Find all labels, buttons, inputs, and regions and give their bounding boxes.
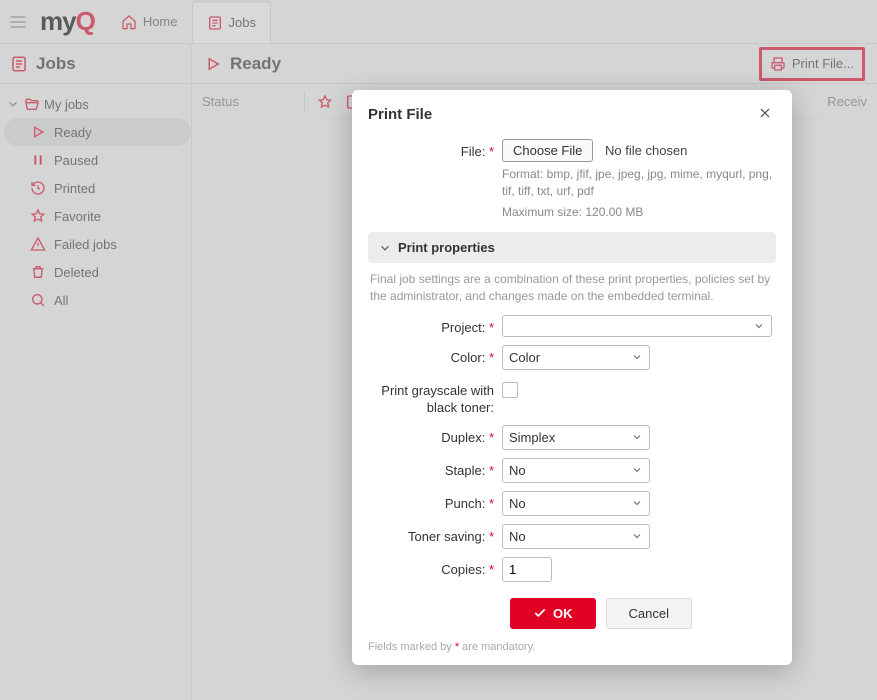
choose-file-button[interactable]: Choose File bbox=[502, 139, 593, 162]
toner-select[interactable]: No bbox=[502, 524, 650, 549]
chevron-down-icon bbox=[631, 431, 643, 443]
mandatory-note: Fields marked by * are mandatory. bbox=[352, 633, 792, 653]
grayscale-checkbox[interactable] bbox=[502, 382, 518, 398]
toner-label: Toner saving: * bbox=[368, 524, 502, 544]
file-label: File: * bbox=[368, 139, 502, 159]
file-status: No file chosen bbox=[605, 143, 687, 158]
chevron-down-icon bbox=[753, 320, 765, 332]
staple-label: Staple: * bbox=[368, 458, 502, 478]
chevron-down-icon bbox=[631, 351, 643, 363]
format-hint: Format: bmp, jfif, jpe, jpeg, jpg, mime,… bbox=[502, 166, 776, 200]
color-select[interactable]: Color bbox=[502, 345, 650, 370]
print-file-modal: Print File File: * Choose File No file c… bbox=[352, 90, 792, 665]
modal-title: Print File bbox=[368, 106, 432, 123]
duplex-label: Duplex: * bbox=[368, 425, 502, 445]
print-properties-header[interactable]: Print properties bbox=[368, 232, 776, 263]
close-icon bbox=[758, 106, 772, 120]
chevron-down-icon bbox=[631, 497, 643, 509]
project-label: Project: * bbox=[368, 315, 502, 335]
close-button[interactable] bbox=[754, 102, 776, 127]
duplex-select[interactable]: Simplex bbox=[502, 425, 650, 450]
staple-select[interactable]: No bbox=[502, 458, 650, 483]
punch-select[interactable]: No bbox=[502, 491, 650, 516]
copies-input[interactable] bbox=[502, 557, 552, 582]
chevron-down-icon bbox=[378, 241, 392, 255]
size-hint: Maximum size: 120.00 MB bbox=[502, 204, 776, 221]
color-label: Color: * bbox=[368, 345, 502, 365]
section-description: Final job settings are a combination of … bbox=[352, 271, 792, 311]
chevron-down-icon bbox=[631, 530, 643, 542]
grayscale-label: Print grayscale with black toner: bbox=[368, 378, 502, 417]
ok-button[interactable]: OK bbox=[510, 598, 596, 629]
chevron-down-icon bbox=[631, 464, 643, 476]
cancel-button[interactable]: Cancel bbox=[606, 598, 692, 629]
punch-label: Punch: * bbox=[368, 491, 502, 511]
check-icon bbox=[533, 606, 547, 620]
copies-label: Copies: * bbox=[368, 557, 502, 577]
project-select[interactable] bbox=[502, 315, 772, 337]
